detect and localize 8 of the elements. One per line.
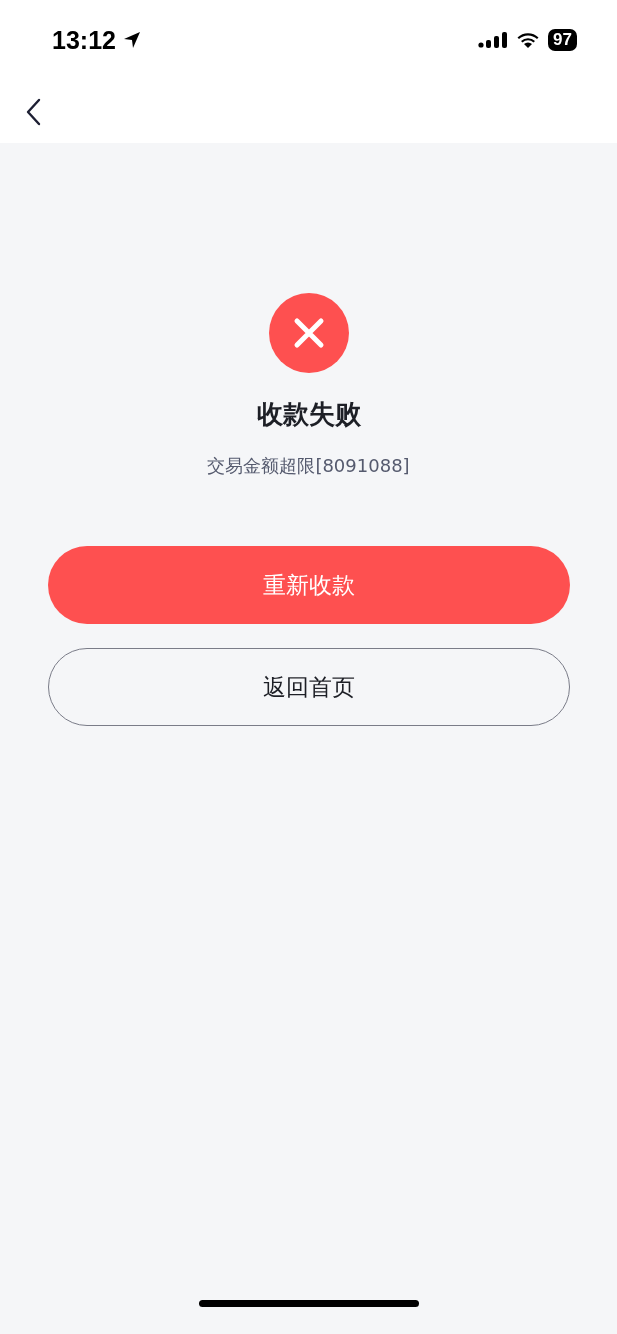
back-icon[interactable] [25, 97, 43, 126]
signal-icon [478, 31, 509, 49]
status-time: 13:12 [52, 25, 116, 55]
wifi-icon [516, 31, 541, 49]
result-message: 交易金额超限[8091088] [207, 454, 410, 478]
result-title: 收款失败 [256, 398, 361, 431]
error-icon [268, 293, 349, 373]
battery-icon: 97 [548, 29, 577, 51]
